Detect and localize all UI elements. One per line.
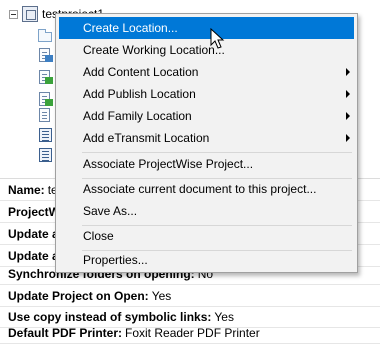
submenu-arrow-icon: [346, 68, 350, 76]
document-add-icon[interactable]: [39, 70, 53, 84]
document-add-icon[interactable]: [39, 92, 53, 106]
menu-item-add-content-location[interactable]: Add Content Location: [59, 61, 354, 83]
menu-item-label: Associate current document to this proje…: [83, 182, 317, 196]
menu-item-label: Close: [83, 229, 114, 243]
menu-item-label: Add Content Location: [83, 65, 199, 79]
menu-item-label: Save As...: [83, 204, 138, 218]
menu-item-label: Add eTransmit Location: [83, 131, 210, 145]
menu-item-add-etransmit-location[interactable]: Add eTransmit Location: [59, 127, 354, 149]
menu-item-properties[interactable]: Properties...: [59, 249, 354, 271]
folder-icon[interactable]: [38, 29, 52, 42]
menu-item-label: Create Location...: [83, 21, 178, 35]
list-icon[interactable]: [39, 148, 52, 162]
submenu-arrow-icon: [346, 134, 350, 142]
link-badge-icon: [45, 55, 53, 62]
menu-item-label: Associate ProjectWise Project...: [83, 157, 254, 171]
property-row: Update Project on Open: Yes: [0, 285, 380, 307]
mouse-pointer-icon: [210, 28, 225, 49]
menu-item-label: Properties...: [83, 253, 148, 267]
document-link-icon[interactable]: [39, 48, 53, 62]
property-value: Yes: [151, 289, 172, 303]
menu-item-label: Add Family Location: [83, 109, 192, 123]
collapse-toggle[interactable]: [9, 10, 18, 19]
menu-item-add-family-location[interactable]: Add Family Location: [59, 105, 354, 127]
menu-item-create-working-location[interactable]: Create Working Location...: [59, 39, 354, 61]
submenu-arrow-icon: [346, 112, 350, 120]
property-value: Foxit Reader PDF Printer: [125, 326, 260, 340]
document-icon[interactable]: [39, 108, 50, 122]
property-row: Default PDF Printer: Foxit Reader PDF Pri…: [0, 322, 380, 344]
menu-item-close[interactable]: Close: [59, 225, 354, 247]
property-name: Name:: [8, 183, 45, 197]
menu-item-save-as[interactable]: Save As...: [59, 200, 354, 222]
menu-item-create-location[interactable]: Create Location...: [59, 17, 354, 39]
context-menu: Create Location... Create Working Locati…: [55, 13, 358, 273]
menu-item-label: Add Publish Location: [83, 87, 196, 101]
property-name: Default PDF Printer:: [8, 326, 123, 340]
project-explorer-window: testproject1 Name:testproject1 ProjectWi…: [0, 0, 380, 353]
menu-item-associate-projectwise-project[interactable]: Associate ProjectWise Project...: [59, 153, 354, 175]
submenu-arrow-icon: [346, 90, 350, 98]
add-badge-icon: [45, 99, 53, 106]
menu-item-label: Create Working Location...: [83, 43, 225, 57]
project-icon: [22, 6, 38, 22]
menu-item-add-publish-location[interactable]: Add Publish Location: [59, 83, 354, 105]
property-name: Update Project on Open:: [8, 289, 149, 303]
list-icon[interactable]: [39, 128, 52, 142]
add-badge-icon: [45, 77, 53, 84]
menu-item-associate-current-document[interactable]: Associate current document to this proje…: [59, 178, 354, 200]
